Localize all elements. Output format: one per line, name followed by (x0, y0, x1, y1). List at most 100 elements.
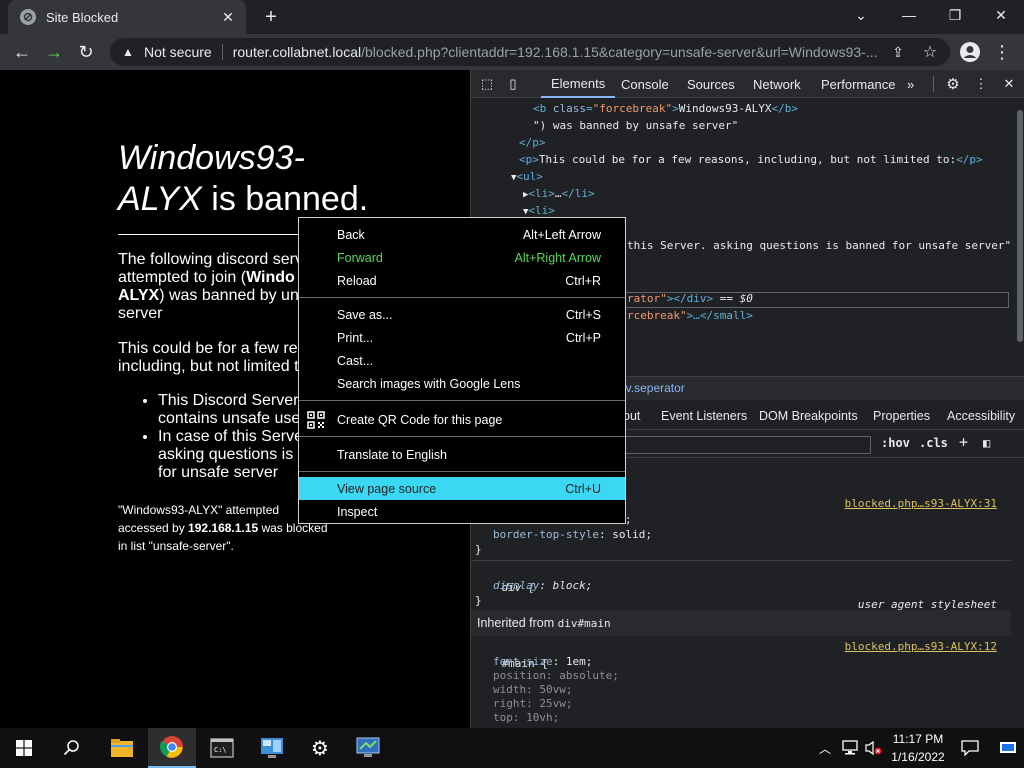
more-tabs-icon[interactable]: » (907, 70, 914, 98)
heading-server-name-1: Windows93- (118, 139, 305, 177)
tab-event-listeners[interactable]: Event Listeners (661, 409, 747, 423)
css-colon: : (539, 579, 553, 592)
tab-dom-breakpoints[interactable]: DOM Breakpoints (759, 409, 858, 423)
dom-line[interactable]: <b class="forcebreak">Windows93-ALYX</b> (533, 100, 798, 117)
forward-arrow-icon[interactable]: → (40, 38, 68, 66)
dom-line[interactable]: </p> (519, 134, 546, 151)
network-icon[interactable] (838, 728, 862, 768)
show-desktop-icon[interactable] (992, 728, 1024, 768)
css-prop[interactable]: border-top-style (493, 528, 599, 541)
browser-tab[interactable]: Site Blocked ✕ (8, 0, 246, 34)
heading-server-name-2: ALYX (118, 180, 202, 218)
rule-divider (471, 560, 1011, 561)
intro-line-4: server (118, 305, 163, 322)
menu-dots-icon[interactable]: ⋮ (971, 74, 991, 94)
gear-icon[interactable]: ⚙ (943, 74, 963, 94)
intro-line-3: ) was banned by un (159, 287, 299, 304)
plus-icon[interactable]: + (258, 4, 284, 30)
menu-item-save-as[interactable]: Save as... Ctrl+S (299, 303, 625, 326)
menu-item-back[interactable]: Back Alt+Left Arrow (299, 223, 625, 246)
system-clock[interactable]: 11:17 PM 1/16/2022 (884, 730, 952, 766)
volume-muted-icon[interactable] (862, 728, 884, 768)
menu-item-qr-code[interactable]: Create QR Code for this page (299, 408, 625, 431)
clock-date: 1/16/2022 (891, 750, 945, 764)
menu-item-print[interactable]: Print... Ctrl+P (299, 326, 625, 349)
footer-ip: 192.168.1.15 (188, 521, 259, 535)
tab-label: Network (753, 76, 801, 92)
dom-tag: > (672, 102, 679, 115)
dom-val: "forcebreak" (592, 102, 673, 115)
source-link[interactable]: blocked.php…s93-ALYX:31 (845, 495, 997, 512)
dom-line[interactable]: rator"></div> == $0 (627, 290, 753, 307)
back-arrow-icon[interactable]: ← (8, 38, 36, 66)
address-bar[interactable]: ▲ Not secure router.collabnet.local /blo… (110, 38, 950, 66)
menu-item-forward[interactable]: Forward Alt+Right Arrow (299, 246, 625, 269)
dom-line[interactable]: ") was banned by unsafe server" (533, 117, 738, 134)
menu-item-inspect[interactable]: Inspect (299, 500, 625, 523)
file-explorer-icon[interactable] (98, 728, 146, 768)
tab-properties[interactable]: Properties (873, 409, 930, 423)
menu-separator (299, 400, 625, 401)
profile-icon[interactable] (956, 38, 984, 66)
remote-desktop-icon[interactable] (344, 728, 392, 768)
close-icon[interactable]: ✕ (999, 74, 1019, 94)
intro-bold-2: ALYX (118, 287, 160, 304)
tab-performance[interactable]: Performance (821, 70, 895, 98)
dom-tag: <ul> (516, 170, 543, 183)
notification-icon[interactable] (954, 728, 986, 768)
menu-dots-icon[interactable]: ⋮ (988, 38, 1016, 66)
menu-item-google-lens[interactable]: Search images with Google Lens (299, 372, 625, 395)
breadcrumb-item[interactable]: iv.seperator (623, 381, 685, 395)
windows-start-icon[interactable] (0, 728, 48, 768)
star-icon[interactable]: ☆ (916, 38, 944, 66)
search-icon[interactable] (48, 728, 96, 768)
cls-button[interactable]: .cls (919, 436, 948, 450)
hov-button[interactable]: :hov (881, 436, 910, 450)
rule-close: } (475, 543, 482, 556)
chevron-up-icon[interactable]: ︿ (814, 728, 836, 768)
minimize-icon[interactable]: — (886, 0, 932, 30)
device-toolbar-icon[interactable]: ▯ (503, 74, 523, 94)
close-icon[interactable]: ✕ (978, 0, 1024, 30)
css-prop[interactable]: top (493, 711, 513, 724)
tab-elements[interactable]: Elements (541, 70, 616, 98)
css-val[interactable]: solid (612, 528, 645, 541)
menu-item-cast[interactable]: Cast... (299, 349, 625, 372)
dom-val: rator" (627, 292, 667, 305)
inherited-selector[interactable]: div#main (558, 617, 611, 630)
svg-text:C:\: C:\ (214, 746, 227, 754)
menu-item-reload[interactable]: Reload Ctrl+R (299, 269, 625, 292)
dom-line[interactable]: this Server. asking questions is banned … (627, 237, 1011, 254)
browser-toolbar: ← → ↻ ▲ Not secure router.collabnet.loca… (0, 34, 1024, 70)
source-link[interactable]: blocked.php…s93-ALYX:12 (845, 638, 997, 655)
dom-tag: </p> (956, 153, 983, 166)
inspect-icon[interactable]: ⬚ (477, 74, 497, 94)
menu-item-translate[interactable]: Translate to English (299, 443, 625, 466)
menu-shortcut: Alt+Left Arrow (522, 227, 601, 242)
dom-scrollbar[interactable] (1015, 98, 1024, 372)
settings-icon[interactable]: ⚙ (296, 728, 344, 768)
shield-icon (20, 9, 36, 25)
inherited-label: Inherited from (477, 616, 555, 630)
reload-icon[interactable]: ↻ (72, 38, 100, 66)
tab-network[interactable]: Network (753, 70, 801, 98)
chrome-icon[interactable] (148, 728, 196, 768)
tab-sources[interactable]: Sources (687, 70, 735, 98)
scrollbar-thumb[interactable] (1017, 110, 1023, 342)
chevron-down-icon[interactable]: ⌄ (838, 0, 884, 30)
menu-item-view-source[interactable]: View page source Ctrl+U (299, 477, 625, 500)
tab-console[interactable]: Console (621, 70, 669, 98)
terminal-icon[interactable]: C:\ (198, 728, 246, 768)
filter-input[interactable] (623, 436, 871, 454)
dom-line[interactable]: <p>This could be for a few reasons, incl… (519, 151, 983, 168)
control-panel-icon[interactable] (248, 728, 296, 768)
restore-icon[interactable]: ❐ (932, 0, 978, 30)
share-icon[interactable]: ⇪ (884, 38, 912, 66)
css-semicolon: ; (645, 528, 652, 541)
close-icon[interactable]: ✕ (218, 7, 238, 27)
css-val[interactable]: 10vh (526, 711, 553, 724)
toggle-sidebar-icon[interactable]: ◧ (983, 436, 990, 450)
new-rule-button[interactable]: + (959, 433, 968, 451)
tab-accessibility[interactable]: Accessibility (947, 409, 1015, 423)
dom-line[interactable]: rcebreak">…</small> (627, 307, 753, 324)
